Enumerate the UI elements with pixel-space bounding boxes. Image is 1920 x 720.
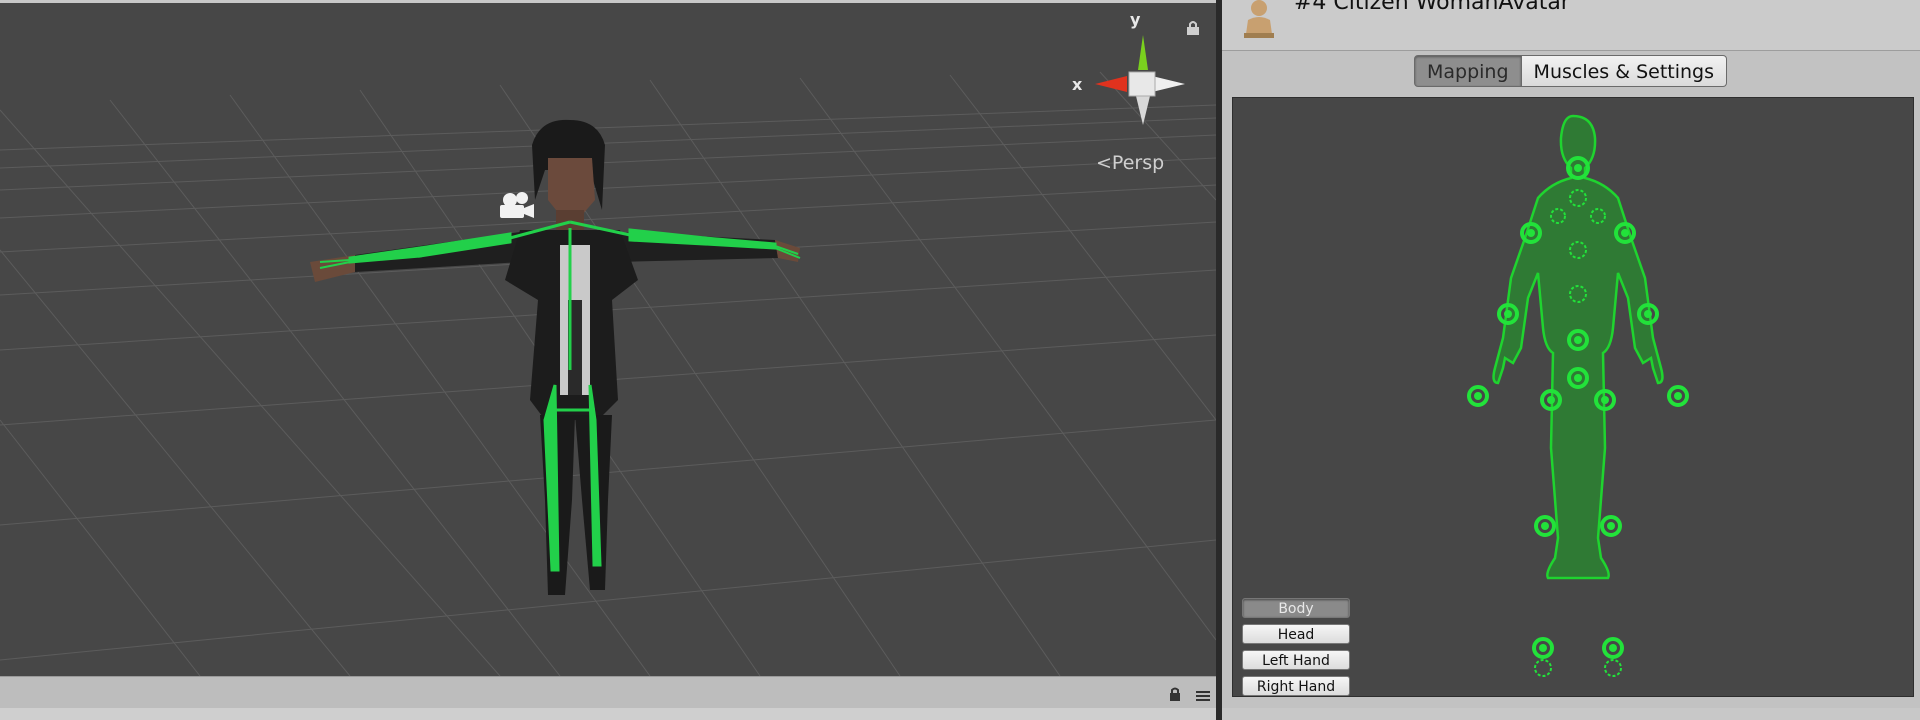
menu-icon xyxy=(1196,691,1210,701)
chevron-left-icon: < xyxy=(1096,152,1112,174)
scene-status-icons xyxy=(1170,687,1210,701)
gizmo-y-label[interactable]: y xyxy=(1130,10,1140,29)
avatar-mapping-view: Body Head Left Hand Right Hand xyxy=(1232,97,1914,697)
scene-bottom-bar xyxy=(0,708,1216,720)
body-part-button-left-hand[interactable]: Left Hand xyxy=(1242,650,1350,670)
lock-small-icon xyxy=(1170,693,1180,701)
projection-label: Persp xyxy=(1111,152,1165,174)
avatar-icon xyxy=(1244,0,1274,38)
orientation-gizmo[interactable] xyxy=(1095,35,1185,125)
tab-muscles-settings[interactable]: Muscles & Settings xyxy=(1521,55,1728,87)
camera-icon[interactable] xyxy=(500,192,534,218)
inspector-header: #4 Citizen WomanAvatar xyxy=(1222,0,1920,51)
tab-mapping[interactable]: Mapping xyxy=(1414,55,1522,87)
body-part-button-body[interactable]: Body xyxy=(1242,598,1350,618)
body-part-button-head[interactable]: Head xyxy=(1242,624,1350,644)
scene-tabbar-edge xyxy=(0,0,1216,3)
gizmo-x-label[interactable]: x xyxy=(1072,75,1082,94)
projection-toggle[interactable]: <Persp xyxy=(1096,152,1164,174)
avatar-tabs: Mapping Muscles & Settings xyxy=(1414,55,1728,87)
inspector-panel: #4 Citizen WomanAvatar Mapping Muscles &… xyxy=(1222,0,1920,720)
scene-status-bar xyxy=(0,676,1216,709)
scene-viewport[interactable] xyxy=(0,0,1216,676)
inspector-title: #4 Citizen WomanAvatar xyxy=(1294,0,1570,15)
scene-view[interactable]: y x <Persp xyxy=(0,0,1216,720)
lock-icon[interactable] xyxy=(1186,20,1200,36)
body-part-button-right-hand[interactable]: Right Hand xyxy=(1242,676,1350,696)
inspector-bottom-bar xyxy=(1222,708,1920,720)
